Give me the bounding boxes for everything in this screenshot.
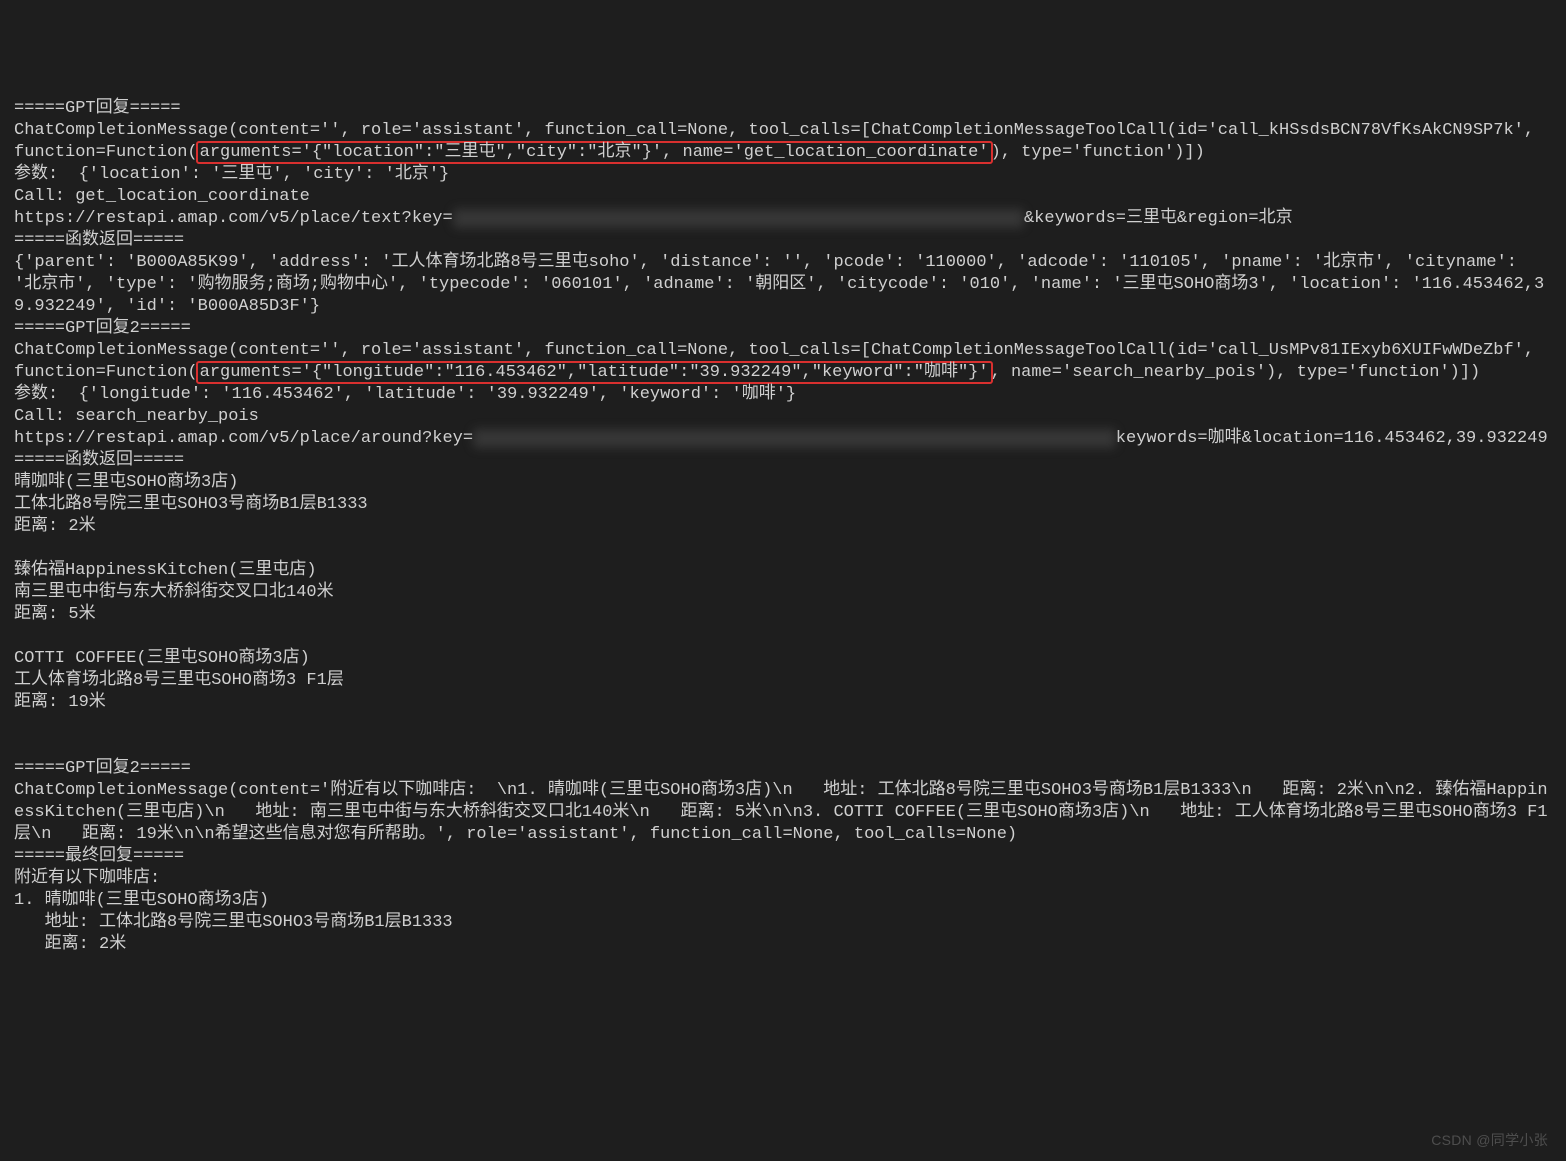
highlight-arguments-2: arguments='{"longitude":"116.453462","la… <box>196 361 993 384</box>
poi-address: 工人体育场北路8号三里屯SOHO商场3 F1层 <box>14 671 344 690</box>
poi-address: 工体北路8号院三里屯SOHO3号商场B1层B1333 <box>14 495 368 514</box>
watermark: CSDN @同学小张 <box>1431 1129 1548 1151</box>
section-header: =====最终回复===== <box>14 847 184 866</box>
section-header: =====GPT回复2===== <box>14 759 191 778</box>
section-header: =====函数返回===== <box>14 451 184 470</box>
text: https://restapi.amap.com/v5/place/around… <box>14 429 473 448</box>
redacted-key: xxxxxxxxxxxxxxxxxxxxxxxxxxxxxxxxxxxxxxxx… <box>453 209 1024 228</box>
gpt-reply-1: ChatCompletionMessage(content='', role='… <box>14 121 1544 162</box>
poi-name: 臻佑福HappinessKitchen(三里屯店) <box>14 561 317 580</box>
poi-name: 晴咖啡(三里屯SOHO商场3店) <box>14 473 238 492</box>
gpt-reply-3-body: ChatCompletionMessage(content='附近有以下咖啡店:… <box>14 781 1548 844</box>
poi-distance: 距离: 19米 <box>14 693 106 712</box>
call-line: Call: search_nearby_pois <box>14 407 259 426</box>
text: https://restapi.amap.com/v5/place/text?k… <box>14 209 453 228</box>
highlight-arguments-1: arguments='{"location":"三里屯","city":"北京"… <box>196 141 993 164</box>
params-line: 参数: {'longitude': '116.453462', 'latitud… <box>14 385 796 404</box>
section-header: =====函数返回===== <box>14 231 184 250</box>
section-header: =====GPT回复2===== <box>14 319 191 338</box>
params-line: 参数: {'location': '三里屯', 'city': '北京'} <box>14 165 449 184</box>
section-header: =====GPT回复===== <box>14 99 181 118</box>
gpt-reply-2: ChatCompletionMessage(content='', role='… <box>14 341 1544 382</box>
poi-distance: 距离: 2米 <box>14 517 96 536</box>
text: ), type='function')]) <box>991 143 1205 162</box>
final-line: 地址: 工体北路8号院三里屯SOHO3号商场B1层B1333 <box>14 913 453 932</box>
console-output: =====GPT回复===== ChatCompletionMessage(co… <box>14 99 1548 954</box>
text: , name='search_nearby_pois'), type='func… <box>991 363 1481 382</box>
redacted-key: xxxxxxxxxxxxxxxxxxxxxxxxxxxxxxxxxxxxxxxx… <box>473 429 1116 448</box>
final-line: 距离: 2米 <box>14 935 126 954</box>
url-line-2: https://restapi.amap.com/v5/place/around… <box>14 429 1548 448</box>
final-line: 附近有以下咖啡店: <box>14 869 160 888</box>
url-line-1: https://restapi.amap.com/v5/place/text?k… <box>14 209 1293 228</box>
call-line: Call: get_location_coordinate <box>14 187 310 206</box>
poi-address: 南三里屯中街与东大桥斜街交叉口北140米 <box>14 583 334 602</box>
poi-distance: 距离: 5米 <box>14 605 96 624</box>
poi-name: COTTI COFFEE(三里屯SOHO商场3店) <box>14 649 310 668</box>
text: keywords=咖啡&location=116.453462,39.93224… <box>1116 429 1548 448</box>
final-line: 1. 晴咖啡(三里屯SOHO商场3店) <box>14 891 269 910</box>
function-return-body: {'parent': 'B000A85K99', 'address': '工人体… <box>14 253 1544 316</box>
text: &keywords=三里屯&region=北京 <box>1024 209 1293 228</box>
